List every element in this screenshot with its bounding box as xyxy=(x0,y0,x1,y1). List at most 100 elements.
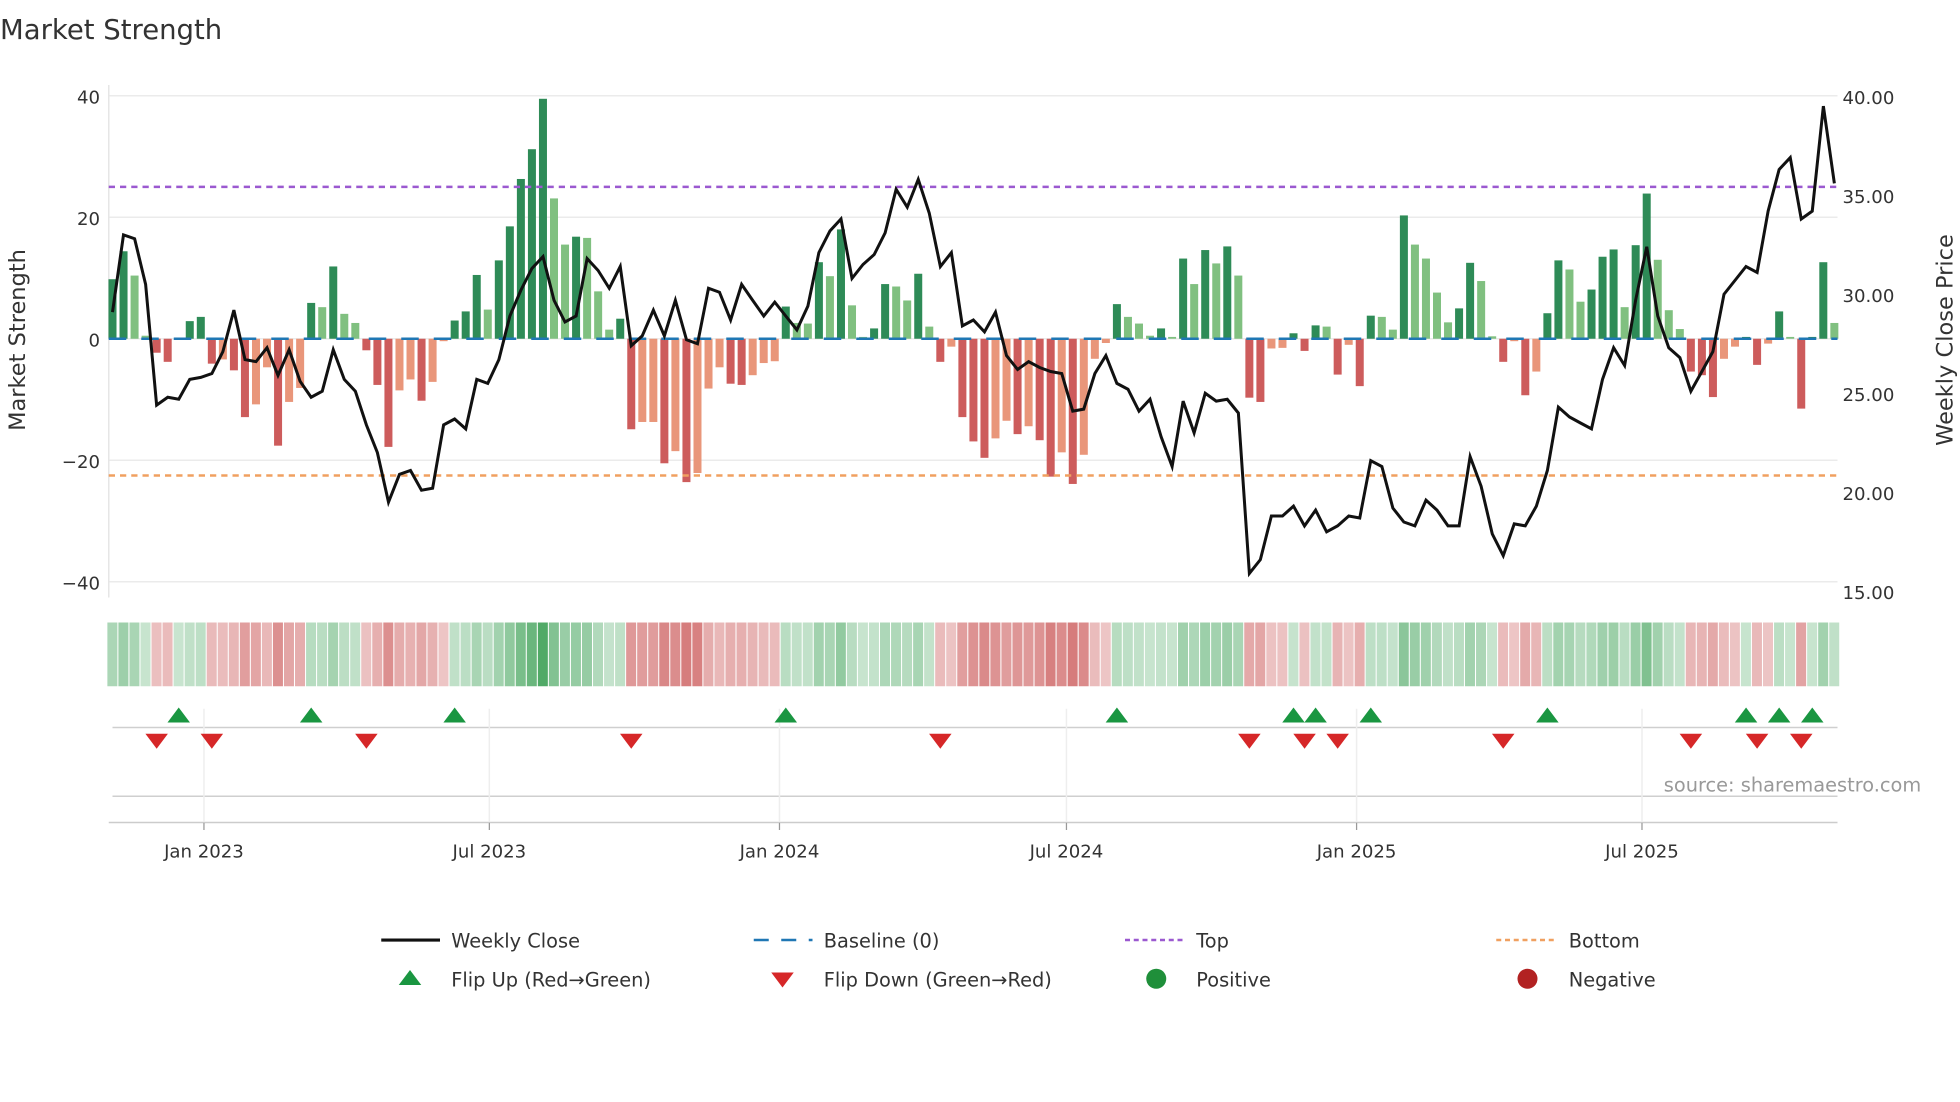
negative-bar xyxy=(660,338,669,464)
heat-cell xyxy=(250,622,261,687)
heat-cell xyxy=(824,622,835,687)
heat-cell xyxy=(1531,622,1542,687)
negative-bar xyxy=(1256,338,1265,402)
heat-cell xyxy=(1707,622,1718,687)
positive-bar xyxy=(329,266,338,339)
heat-cell xyxy=(1012,622,1023,687)
heat-cell xyxy=(1420,622,1431,687)
x-tick-label: Jul 2025 xyxy=(1604,842,1679,863)
positive-bar xyxy=(1190,284,1199,339)
positive-bar xyxy=(605,329,614,339)
heat-cell xyxy=(1796,622,1807,687)
heat-cell xyxy=(593,622,604,687)
positive-bar xyxy=(340,313,349,339)
heat-cell xyxy=(1398,622,1409,687)
heat-cell xyxy=(1078,622,1089,687)
heat-cell xyxy=(361,622,372,687)
negative-bar xyxy=(362,338,371,351)
flip-up-marker xyxy=(1801,707,1824,723)
source-label: source: sharemaestro.com xyxy=(1664,773,1921,796)
heat-cell xyxy=(460,622,471,687)
positive-bar xyxy=(1444,322,1453,339)
heat-cell xyxy=(891,622,902,687)
heat-cell xyxy=(1520,622,1531,687)
positive-bar xyxy=(925,326,934,339)
negative-bar xyxy=(406,338,415,380)
flip-up-marker xyxy=(1282,707,1305,723)
x-tick-label: Jul 2024 xyxy=(1029,842,1104,863)
positive-bar xyxy=(516,178,525,339)
heat-cell xyxy=(107,622,118,687)
heat-cell xyxy=(1211,622,1222,687)
heat-cell xyxy=(1222,622,1233,687)
negative-bar xyxy=(1797,338,1806,409)
positive-bar xyxy=(461,311,470,339)
positive-bar xyxy=(914,273,923,339)
heat-cell xyxy=(1277,622,1288,687)
positive-bar xyxy=(892,286,901,339)
positive-bar xyxy=(1322,326,1331,339)
negative-bar xyxy=(395,338,404,391)
positive-bar xyxy=(472,274,481,339)
heat-cell xyxy=(1332,622,1343,687)
heat-cell xyxy=(195,622,206,687)
positive-bar xyxy=(1609,249,1618,339)
heat-cell xyxy=(946,622,957,687)
positive-bar xyxy=(1123,316,1132,339)
heat-cell xyxy=(394,622,405,687)
positive-bar xyxy=(814,262,823,339)
heat-cell xyxy=(559,622,570,687)
heat-cell xyxy=(637,622,648,687)
heat-cell xyxy=(1045,622,1056,687)
y2-tick-label: 20.00 xyxy=(1843,484,1895,505)
negative-bar xyxy=(671,338,680,452)
heat-cell xyxy=(1354,622,1365,687)
heat-cell xyxy=(1111,622,1122,687)
positive-bar xyxy=(594,291,603,339)
heat-cell xyxy=(239,622,250,687)
negative-bar xyxy=(1686,338,1695,372)
x-tick-label: Jan 2023 xyxy=(163,842,244,863)
negative-bar xyxy=(627,338,636,430)
heat-cell xyxy=(880,622,890,687)
heat-cell xyxy=(1630,622,1641,687)
positive-bar xyxy=(848,305,857,339)
positive-bar xyxy=(527,149,536,339)
positive-bar xyxy=(825,276,834,339)
positive-bar xyxy=(561,244,570,339)
legend-positive: Positive xyxy=(1196,968,1271,991)
heat-cell xyxy=(714,622,725,687)
flip-up-marker xyxy=(1105,707,1129,723)
positive-circle-icon xyxy=(1146,968,1167,989)
positive-bar xyxy=(1168,336,1177,339)
flip-up-marker xyxy=(1734,707,1758,723)
heat-cell xyxy=(703,622,714,687)
heat-cell xyxy=(1586,622,1597,687)
flip-down-marker xyxy=(1238,733,1261,749)
heat-cell xyxy=(1001,622,1012,687)
positive-bar xyxy=(494,260,503,339)
heat-cell xyxy=(670,622,681,687)
heat-cell xyxy=(261,622,272,687)
positive-bar xyxy=(1830,322,1839,339)
flip-down-marker xyxy=(1745,733,1769,749)
positive-bar xyxy=(538,98,547,339)
positive-bar xyxy=(1157,328,1166,339)
flip-down-marker xyxy=(1679,733,1703,749)
heat-cell xyxy=(1553,622,1564,687)
y-tick-label: 40 xyxy=(77,87,100,108)
heat-cell xyxy=(1089,622,1100,687)
negative-circle-icon xyxy=(1517,968,1538,989)
heat-cell xyxy=(1409,622,1420,687)
negative-bar xyxy=(373,338,382,385)
negative-bar xyxy=(207,338,216,364)
heat-cell xyxy=(1299,622,1310,687)
heat-cell xyxy=(328,622,339,687)
legend-negative: Negative xyxy=(1569,968,1656,991)
heat-cell xyxy=(1542,622,1553,687)
positive-bar xyxy=(583,237,592,339)
heat-cell xyxy=(626,622,637,687)
heat-cell xyxy=(1178,622,1189,687)
negative-bar xyxy=(649,338,658,422)
negative-bar xyxy=(1719,338,1728,359)
